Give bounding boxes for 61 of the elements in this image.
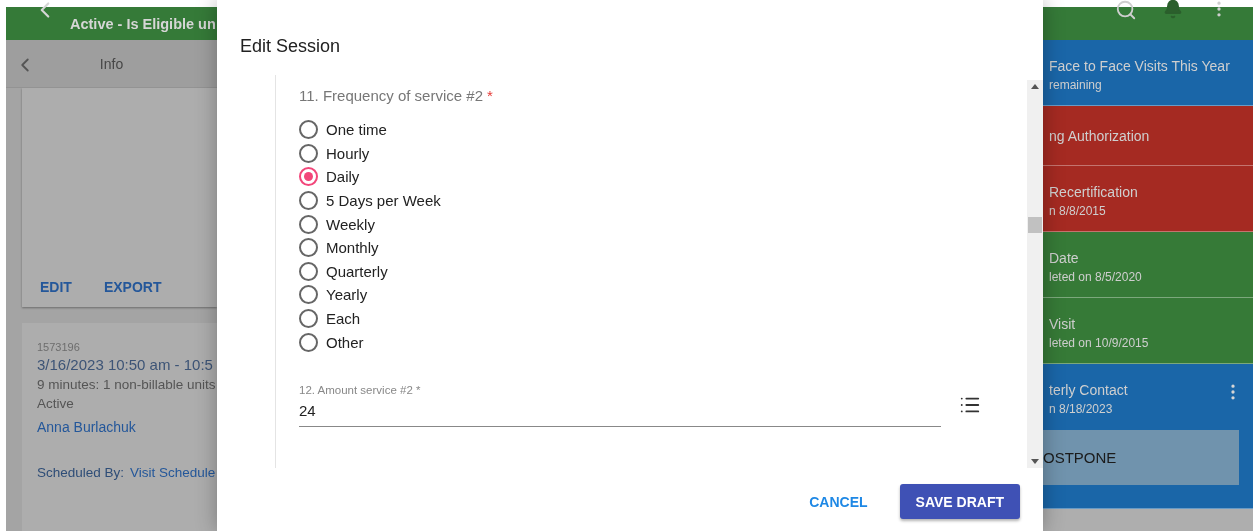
postpone-button[interactable]: OSTPONE [1043,430,1239,485]
session-id: 1573196 [37,341,81,353]
task-card[interactable]: Visit leted on 10/9/2015 [1043,298,1253,364]
task-card[interactable]: Date leted on 8/5/2020 [1043,232,1253,298]
radio-button[interactable] [299,214,318,234]
card-action-link[interactable]: EXPORT [103,279,162,295]
radio-button[interactable] [299,191,318,211]
option-label: Daily [326,168,360,186]
cancel-button[interactable]: CANCEL [801,484,876,519]
radio-button[interactable] [299,120,318,140]
task-title: Date [1049,250,1079,266]
session-status: Active [37,396,75,411]
dialog-title: Edit Session [239,35,342,58]
radio-button[interactable] [299,167,318,187]
task-subtitle: leted on 8/5/2020 [1049,270,1143,284]
task-title: terly Contact [1049,382,1128,398]
task-title: Face to Face Visits This Year [1049,58,1230,74]
option-label: One time [326,121,387,139]
task-subtitle: leted on 10/9/2015 [1049,336,1150,350]
save-draft-button[interactable]: SAVE DRAFT [899,484,1020,519]
session-duration: 9 minutes: 1 non-billable units [37,377,217,392]
radio-button[interactable] [299,238,318,258]
task-card[interactable]: Recertification n 8/8/2015 [1043,166,1253,232]
session-time: 3/16/2023 10:50 am - 10:5 [37,356,214,373]
option-label: Weekly [326,215,375,233]
info-title: Info [99,55,124,72]
option-label: Hourly [326,144,370,162]
search-icon[interactable] [1115,0,1137,21]
option-label: Monthly [326,239,379,257]
option-label: 5 Days per Week [326,192,441,210]
task-card[interactable]: terly Contact n 8/18/2023 OSTPONE [1043,364,1253,509]
scroll-down-icon[interactable] [1031,459,1039,464]
task-subtitle: n 8/18/2023 [1049,402,1114,416]
question-label: 11. Frequency of service #2 * [299,87,494,104]
option-label: Yearly [326,286,368,304]
option-label: Other [326,333,364,351]
app-bar-title: Active - Is Eligible un [70,15,216,32]
radio-button[interactable] [299,285,318,305]
radio-button[interactable] [299,261,318,281]
scroll-thumb[interactable] [1028,217,1042,233]
radio-button[interactable] [299,309,318,329]
person-link[interactable]: Anna Burlachuk [37,419,217,435]
task-title: Visit [1049,316,1076,332]
scheduled-by-label: Scheduled By: [37,465,125,480]
task-card[interactable]: ng Authorization [1043,106,1253,166]
radio-button[interactable] [299,143,318,163]
task-title: ng Authorization [1049,128,1150,144]
card-action-link[interactable]: EDIT [40,279,72,295]
scroll-up-icon[interactable] [1031,84,1039,89]
option-label: Quarterly [326,262,388,280]
field-label: 12. Amount service #2 * [299,383,422,396]
scheduled-by-link[interactable]: Visit Schedule [130,465,216,480]
radio-button[interactable] [299,332,318,352]
task-card[interactable]: Face to Face Visits This Year remaining [1043,40,1253,106]
task-title: Recertification [1049,184,1138,200]
option-label: Each [326,310,361,328]
scrollbar[interactable] [1027,80,1043,468]
bell-icon[interactable] [1163,0,1183,21]
task-subtitle: n 8/8/2015 [1049,204,1107,218]
amount-field[interactable]: 12. Amount service #2 * 24 [299,383,941,427]
task-subtitle: remaining [1049,78,1103,92]
